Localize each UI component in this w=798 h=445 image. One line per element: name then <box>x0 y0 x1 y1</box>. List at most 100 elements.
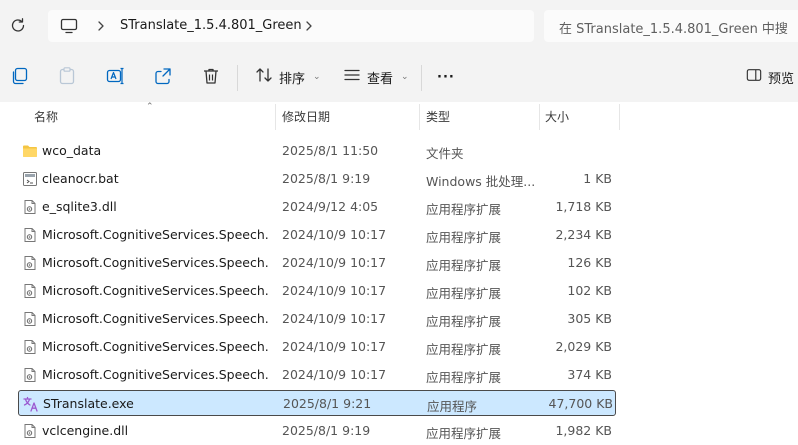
file-row[interactable]: vclcengine.dll 2025/8/1 9:19 应用程序扩展 1,982 K… <box>18 418 616 444</box>
file-modified-date: 2025/8/1 9:19 <box>282 171 371 186</box>
file-modified-date: 2024/10/9 10:17 <box>282 367 387 382</box>
file-size: 47,700 KB <box>548 396 613 411</box>
dll-file-icon <box>22 311 38 327</box>
delete-icon[interactable] <box>201 66 223 88</box>
file-name: STranslate.exe <box>43 396 134 411</box>
column-divider[interactable] <box>275 104 276 130</box>
file-name: Microsoft.CognitiveServices.Speech.e... <box>42 283 268 298</box>
preview-pane-button[interactable]: 预览 <box>746 66 794 88</box>
sort-ascending-icon: ⌃ <box>146 102 154 112</box>
file-modified-date: 2024/10/9 10:17 <box>282 311 387 326</box>
file-row[interactable]: cleanocr.bat 2025/8/1 9:19 Windows 批处理... 1… <box>18 166 616 192</box>
search-input[interactable]: 在 STranslate_1.5.4.801_Green 中搜 <box>544 10 798 42</box>
batch-file-icon <box>22 171 38 187</box>
file-modified-date: 2024/10/9 10:17 <box>282 227 387 242</box>
file-type: 应用程序扩展 <box>426 370 502 385</box>
file-type: Windows 批处理... <box>426 174 536 189</box>
dll-file-icon <box>22 423 38 439</box>
column-header-size[interactable]: 大小 <box>545 102 569 132</box>
file-type: 应用程序扩展 <box>426 342 502 357</box>
file-size: 1,718 KB <box>555 199 612 214</box>
file-row[interactable]: wco_data 2025/8/1 11:50 文件夹 <box>18 138 616 164</box>
chevron-right-icon[interactable] <box>96 20 106 32</box>
file-size: 102 KB <box>567 283 612 298</box>
address-bar[interactable]: STranslate_1.5.4.801_Green <box>48 10 534 42</box>
refresh-icon[interactable] <box>9 17 27 35</box>
view-label: 查看 <box>367 71 394 87</box>
file-name: e_sqlite3.dll <box>42 199 117 214</box>
file-size: 2,029 KB <box>555 339 612 354</box>
folder-icon <box>22 143 38 159</box>
chevron-right-icon[interactable] <box>304 20 314 32</box>
translate-app-icon <box>23 396 39 412</box>
view-list-icon <box>343 66 361 88</box>
sort-icon <box>255 66 273 88</box>
file-row[interactable]: Microsoft.CognitiveServices.Speech.e... 2… <box>18 362 616 388</box>
address-row: STranslate_1.5.4.801_Green 在 STranslate_… <box>0 0 798 52</box>
file-row[interactable]: Microsoft.CognitiveServices.Speech.e... 2… <box>18 278 616 304</box>
file-name: wco_data <box>42 143 102 158</box>
toolbar-divider <box>421 65 422 91</box>
file-name: Microsoft.CognitiveServices.Speech.c... <box>42 227 268 242</box>
view-button[interactable]: 查看 ⌄ <box>343 66 409 88</box>
dll-file-icon <box>22 227 38 243</box>
file-size: 305 KB <box>567 311 612 326</box>
preview-pane-icon <box>746 67 762 87</box>
column-divider[interactable] <box>619 104 620 130</box>
file-name: vclcengine.dll <box>42 423 129 438</box>
file-name: Microsoft.CognitiveServices.Speech.e... <box>42 311 268 326</box>
file-list: ⌃ 名称 修改日期 类型 大小 wco_data 2025/8/1 11:50 文件… <box>0 102 798 445</box>
file-modified-date: 2024/9/12 4:05 <box>282 199 379 214</box>
file-row[interactable]: Microsoft.CognitiveServices.Speech.e... 2… <box>18 250 616 276</box>
this-pc-icon <box>60 18 78 34</box>
column-header-type[interactable]: 类型 <box>426 102 450 132</box>
sort-button[interactable]: 排序 ⌄ <box>255 66 321 88</box>
file-type: 应用程序扩展 <box>426 230 502 245</box>
command-bar: 排序 ⌄ 查看 ⌄ ··· 预览 <box>0 52 798 102</box>
file-modified-date: 2024/10/9 10:17 <box>282 283 387 298</box>
column-header-name[interactable]: 名称 <box>34 102 58 132</box>
file-type: 应用程序扩展 <box>426 286 502 301</box>
file-row[interactable]: Microsoft.CognitiveServices.Speech.e... 2… <box>18 334 616 360</box>
dll-file-icon <box>22 199 38 215</box>
file-row-selected[interactable]: STranslate.exe 2025/8/1 9:21 应用程序 47,700 KB <box>18 390 616 416</box>
file-modified-date: 2025/8/1 9:21 <box>283 396 372 411</box>
file-type: 应用程序扩展 <box>426 426 502 441</box>
breadcrumb-current-folder[interactable]: STranslate_1.5.4.801_Green <box>120 18 302 33</box>
paste-icon[interactable] <box>57 66 79 88</box>
chevron-down-icon: ⌄ <box>313 72 321 82</box>
file-modified-date: 2025/8/1 11:50 <box>282 143 379 158</box>
file-size: 1,982 KB <box>555 423 612 438</box>
file-type: 应用程序扩展 <box>426 314 502 329</box>
file-size: 374 KB <box>567 367 612 382</box>
rename-icon[interactable] <box>105 66 127 88</box>
file-modified-date: 2024/10/9 10:17 <box>282 255 387 270</box>
more-options-button[interactable]: ··· <box>437 66 455 88</box>
file-row[interactable]: e_sqlite3.dll 2024/9/12 4:05 应用程序扩展 1,718 K… <box>18 194 616 220</box>
dll-file-icon <box>22 255 38 271</box>
dll-file-icon <box>22 367 38 383</box>
copy-icon[interactable] <box>10 66 32 88</box>
file-type: 文件夹 <box>426 146 464 161</box>
column-divider[interactable] <box>539 104 540 130</box>
dll-file-icon <box>22 283 38 299</box>
dll-file-icon <box>22 339 38 355</box>
file-name: Microsoft.CognitiveServices.Speech.e... <box>42 255 268 270</box>
file-size: 1 KB <box>583 171 612 186</box>
sort-label: 排序 <box>279 71 306 87</box>
file-row[interactable]: Microsoft.CognitiveServices.Speech.e... 2… <box>18 306 616 332</box>
file-name: Microsoft.CognitiveServices.Speech.e... <box>42 339 268 354</box>
file-type: 应用程序扩展 <box>426 258 502 273</box>
preview-label: 预览 <box>768 71 795 87</box>
file-type: 应用程序扩展 <box>426 202 502 217</box>
file-size: 2,234 KB <box>555 227 612 242</box>
share-icon[interactable] <box>153 66 175 88</box>
file-name: cleanocr.bat <box>42 171 119 186</box>
file-size: 126 KB <box>567 255 612 270</box>
column-divider[interactable] <box>419 104 420 130</box>
search-placeholder: 在 STranslate_1.5.4.801_Green 中搜 <box>559 22 788 37</box>
file-row[interactable]: Microsoft.CognitiveServices.Speech.c... 2… <box>18 222 616 248</box>
chevron-down-icon: ⌄ <box>401 72 409 82</box>
file-name: Microsoft.CognitiveServices.Speech.e... <box>42 367 268 382</box>
column-header-date[interactable]: 修改日期 <box>282 102 330 132</box>
